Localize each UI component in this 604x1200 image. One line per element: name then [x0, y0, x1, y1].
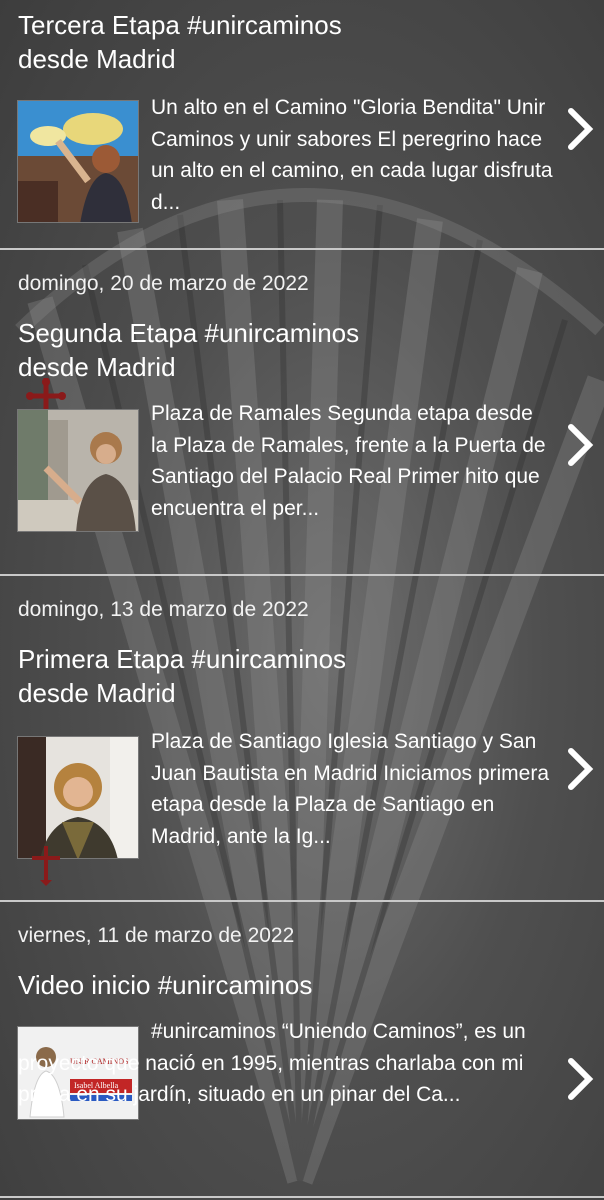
post-title[interactable]: Segunda Etapa #unircaminos desde Madrid: [18, 316, 359, 384]
post-entry-tercera[interactable]: Tercera Etapa #unircaminos desde Madrid …: [0, 0, 604, 250]
post-title[interactable]: Primera Etapa #unircaminos desde Madrid: [18, 642, 346, 710]
post-title-line[interactable]: Tercera Etapa #unircaminos: [18, 8, 342, 42]
post-thumbnail[interactable]: [17, 736, 139, 859]
post-title[interactable]: Video inicio #unircaminos: [18, 968, 312, 1002]
post-title-line[interactable]: desde Madrid: [18, 350, 359, 384]
post-date: domingo, 20 de marzo de 2022: [18, 272, 309, 295]
chevron-right-icon[interactable]: [563, 106, 597, 152]
post-title-line[interactable]: desde Madrid: [18, 42, 342, 76]
woman-portrait-photo: [18, 737, 138, 858]
post-date: domingo, 13 de marzo de 2022: [18, 598, 309, 621]
post-thumbnail[interactable]: [17, 409, 139, 532]
post-title[interactable]: Tercera Etapa #unircaminos desde Madrid: [18, 8, 342, 76]
post-separator: [0, 248, 604, 250]
post-snippet: Plaza de Santiago Iglesia Santiago y San…: [151, 730, 550, 848]
post-entry-primera[interactable]: domingo, 13 de marzo de 2022 Primera Eta…: [0, 578, 604, 900]
post-title-line[interactable]: Video inicio #unircaminos: [18, 968, 312, 1002]
post-thumbnail[interactable]: [17, 100, 139, 223]
post-snippet: Un alto en el Camino "Gloria Bendita" Un…: [151, 96, 553, 214]
post-separator: [0, 574, 604, 576]
post-title-line[interactable]: Segunda Etapa #unircaminos: [18, 316, 359, 350]
chevron-right-icon[interactable]: [563, 422, 597, 468]
woman-at-map-photo: [18, 101, 138, 222]
post-title-line[interactable]: Primera Etapa #unircaminos: [18, 642, 346, 676]
woman-in-plaza-photo: [18, 410, 138, 531]
post-snippet: Plaza de Ramales Segunda etapa desde la …: [151, 402, 546, 520]
post-title-line[interactable]: desde Madrid: [18, 676, 346, 710]
post-snippet: #unircaminos “Uniendo Caminos”, es un pr…: [18, 1020, 526, 1106]
post-entry-segunda[interactable]: domingo, 20 de marzo de 2022 Segunda Eta…: [0, 252, 604, 574]
post-entry-video[interactable]: viernes, 11 de marzo de 2022 Video inici…: [0, 904, 604, 1196]
post-separator: [0, 900, 604, 902]
santiago-cross-icon: [32, 846, 60, 886]
post-date: viernes, 11 de marzo de 2022: [18, 924, 295, 947]
post-separator: [0, 1196, 604, 1198]
chevron-right-icon[interactable]: [563, 746, 597, 792]
chevron-right-icon[interactable]: [563, 1056, 597, 1102]
